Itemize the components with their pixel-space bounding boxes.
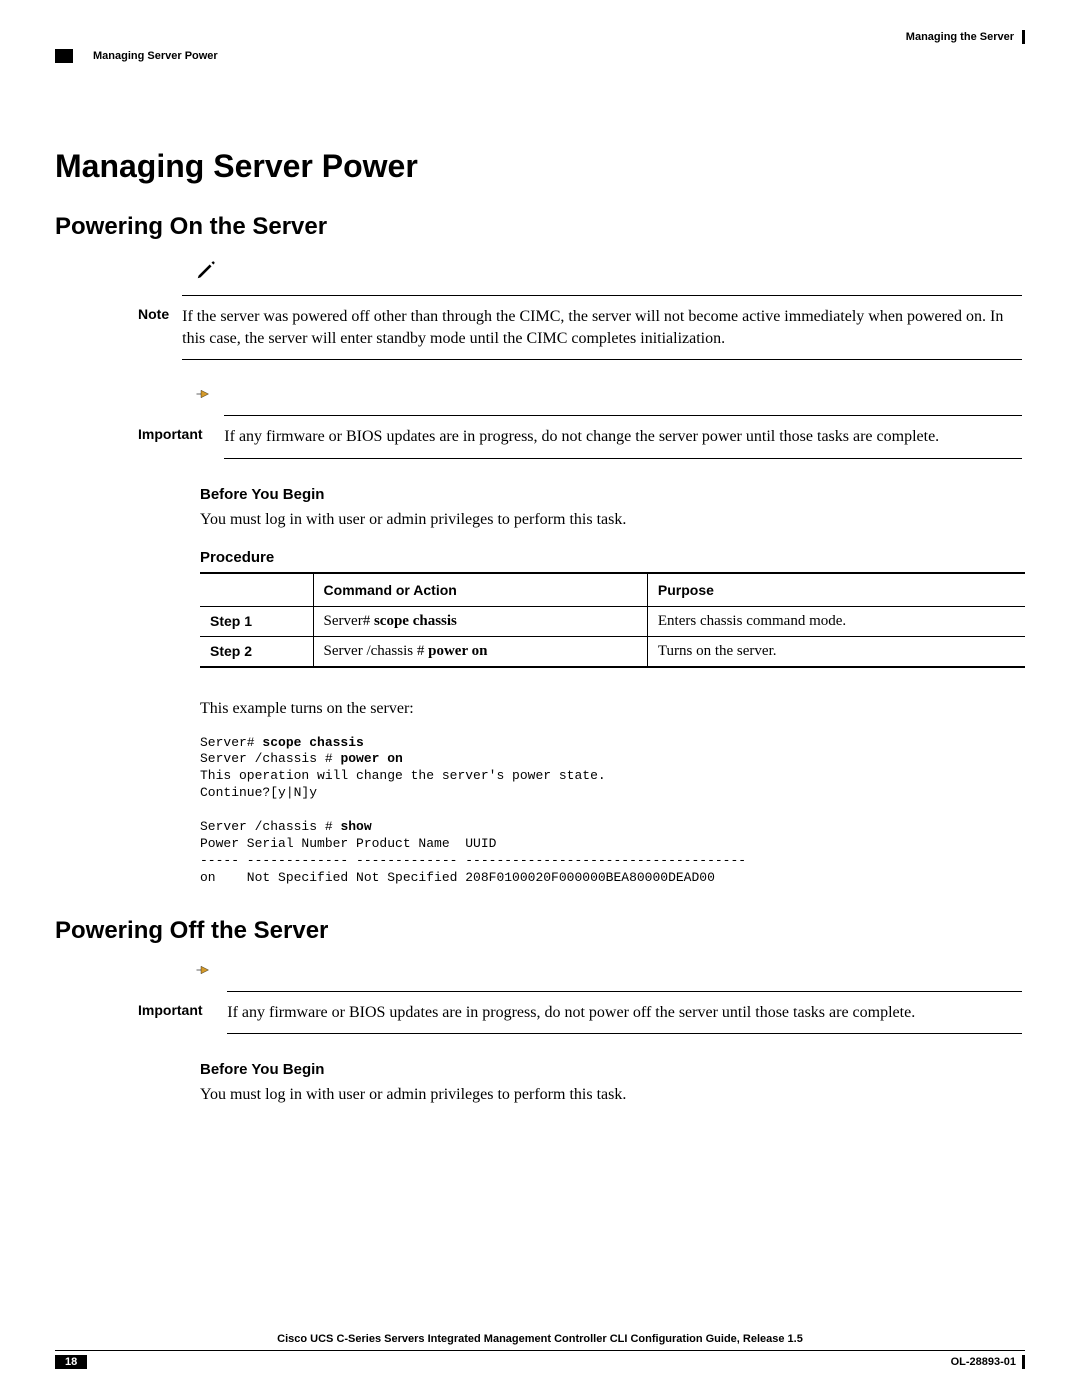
purpose-cell: Enters chassis command mode.: [647, 607, 1025, 637]
header-block-icon: [55, 49, 73, 63]
table-header-command: Command or Action: [313, 573, 647, 607]
running-header-second: Managing Server Power: [55, 49, 1025, 63]
step-cell: Step 2: [200, 637, 313, 668]
footer-doc-title: Cisco UCS C-Series Servers Integrated Ma…: [55, 1333, 1025, 1345]
step-cell: Step 1: [200, 607, 313, 637]
procedure-table: Command or Action Purpose Step 1 Server#…: [200, 572, 1025, 668]
important-text: If any firmware or BIOS updates are in p…: [226, 1001, 1023, 1025]
page-number: 18: [55, 1355, 87, 1369]
header-chapter-title: Managing the Server: [906, 31, 1014, 43]
section-powering-off-title: Powering Off the Server: [55, 917, 1025, 945]
table-header-row: Command or Action Purpose: [200, 573, 1025, 607]
note-pencil-icon: [195, 268, 217, 285]
before-you-begin-text: You must log in with user or admin privi…: [200, 509, 1025, 531]
important-label: Important: [137, 1001, 224, 1025]
before-you-begin-text-off: You must log in with user or admin privi…: [200, 1084, 1025, 1106]
important-block-off: Important If any firmware or BIOS update…: [135, 963, 1025, 1044]
table-row: Step 1 Server# scope chassis Enters chas…: [200, 607, 1025, 637]
table-row: Step 2 Server /chassis # power on Turns …: [200, 637, 1025, 668]
note-block: Note If the server was powered off other…: [135, 259, 1025, 369]
example-intro: This example turns on the server:: [200, 698, 1025, 720]
page: Managing the Server Managing Server Powe…: [0, 0, 1080, 1397]
procedure-heading: Procedure: [200, 549, 1025, 566]
table-header-purpose: Purpose: [647, 573, 1025, 607]
before-you-begin-heading-off: Before You Begin: [200, 1061, 1025, 1078]
note-label: Note: [137, 305, 179, 350]
table-header-step: [200, 573, 313, 607]
doc-id: OL-28893-01: [951, 1356, 1016, 1368]
header-section-title: Managing Server Power: [93, 50, 218, 62]
important-block: Important If any firmware or BIOS update…: [135, 387, 1025, 468]
important-hand-icon: [195, 964, 213, 981]
running-header-top: Managing the Server: [55, 30, 1025, 44]
code-example: Server# scope chassis Server /chassis # …: [200, 735, 1025, 887]
command-cell: Server /chassis # power on: [313, 637, 647, 668]
header-bar-icon: [1022, 30, 1025, 44]
page-footer: Cisco UCS C-Series Servers Integrated Ma…: [55, 1333, 1025, 1370]
important-label: Important: [137, 425, 221, 449]
before-you-begin-heading: Before You Begin: [200, 486, 1025, 503]
important-text: If any firmware or BIOS updates are in p…: [223, 425, 1023, 449]
purpose-cell: Turns on the server.: [647, 637, 1025, 668]
section-powering-on-title: Powering On the Server: [55, 213, 1025, 241]
note-text: If the server was powered off other than…: [181, 305, 1023, 350]
command-cell: Server# scope chassis: [313, 607, 647, 637]
important-hand-icon: [195, 388, 213, 405]
page-title: Managing Server Power: [55, 148, 1025, 185]
footer-bar-icon: [1022, 1355, 1025, 1369]
